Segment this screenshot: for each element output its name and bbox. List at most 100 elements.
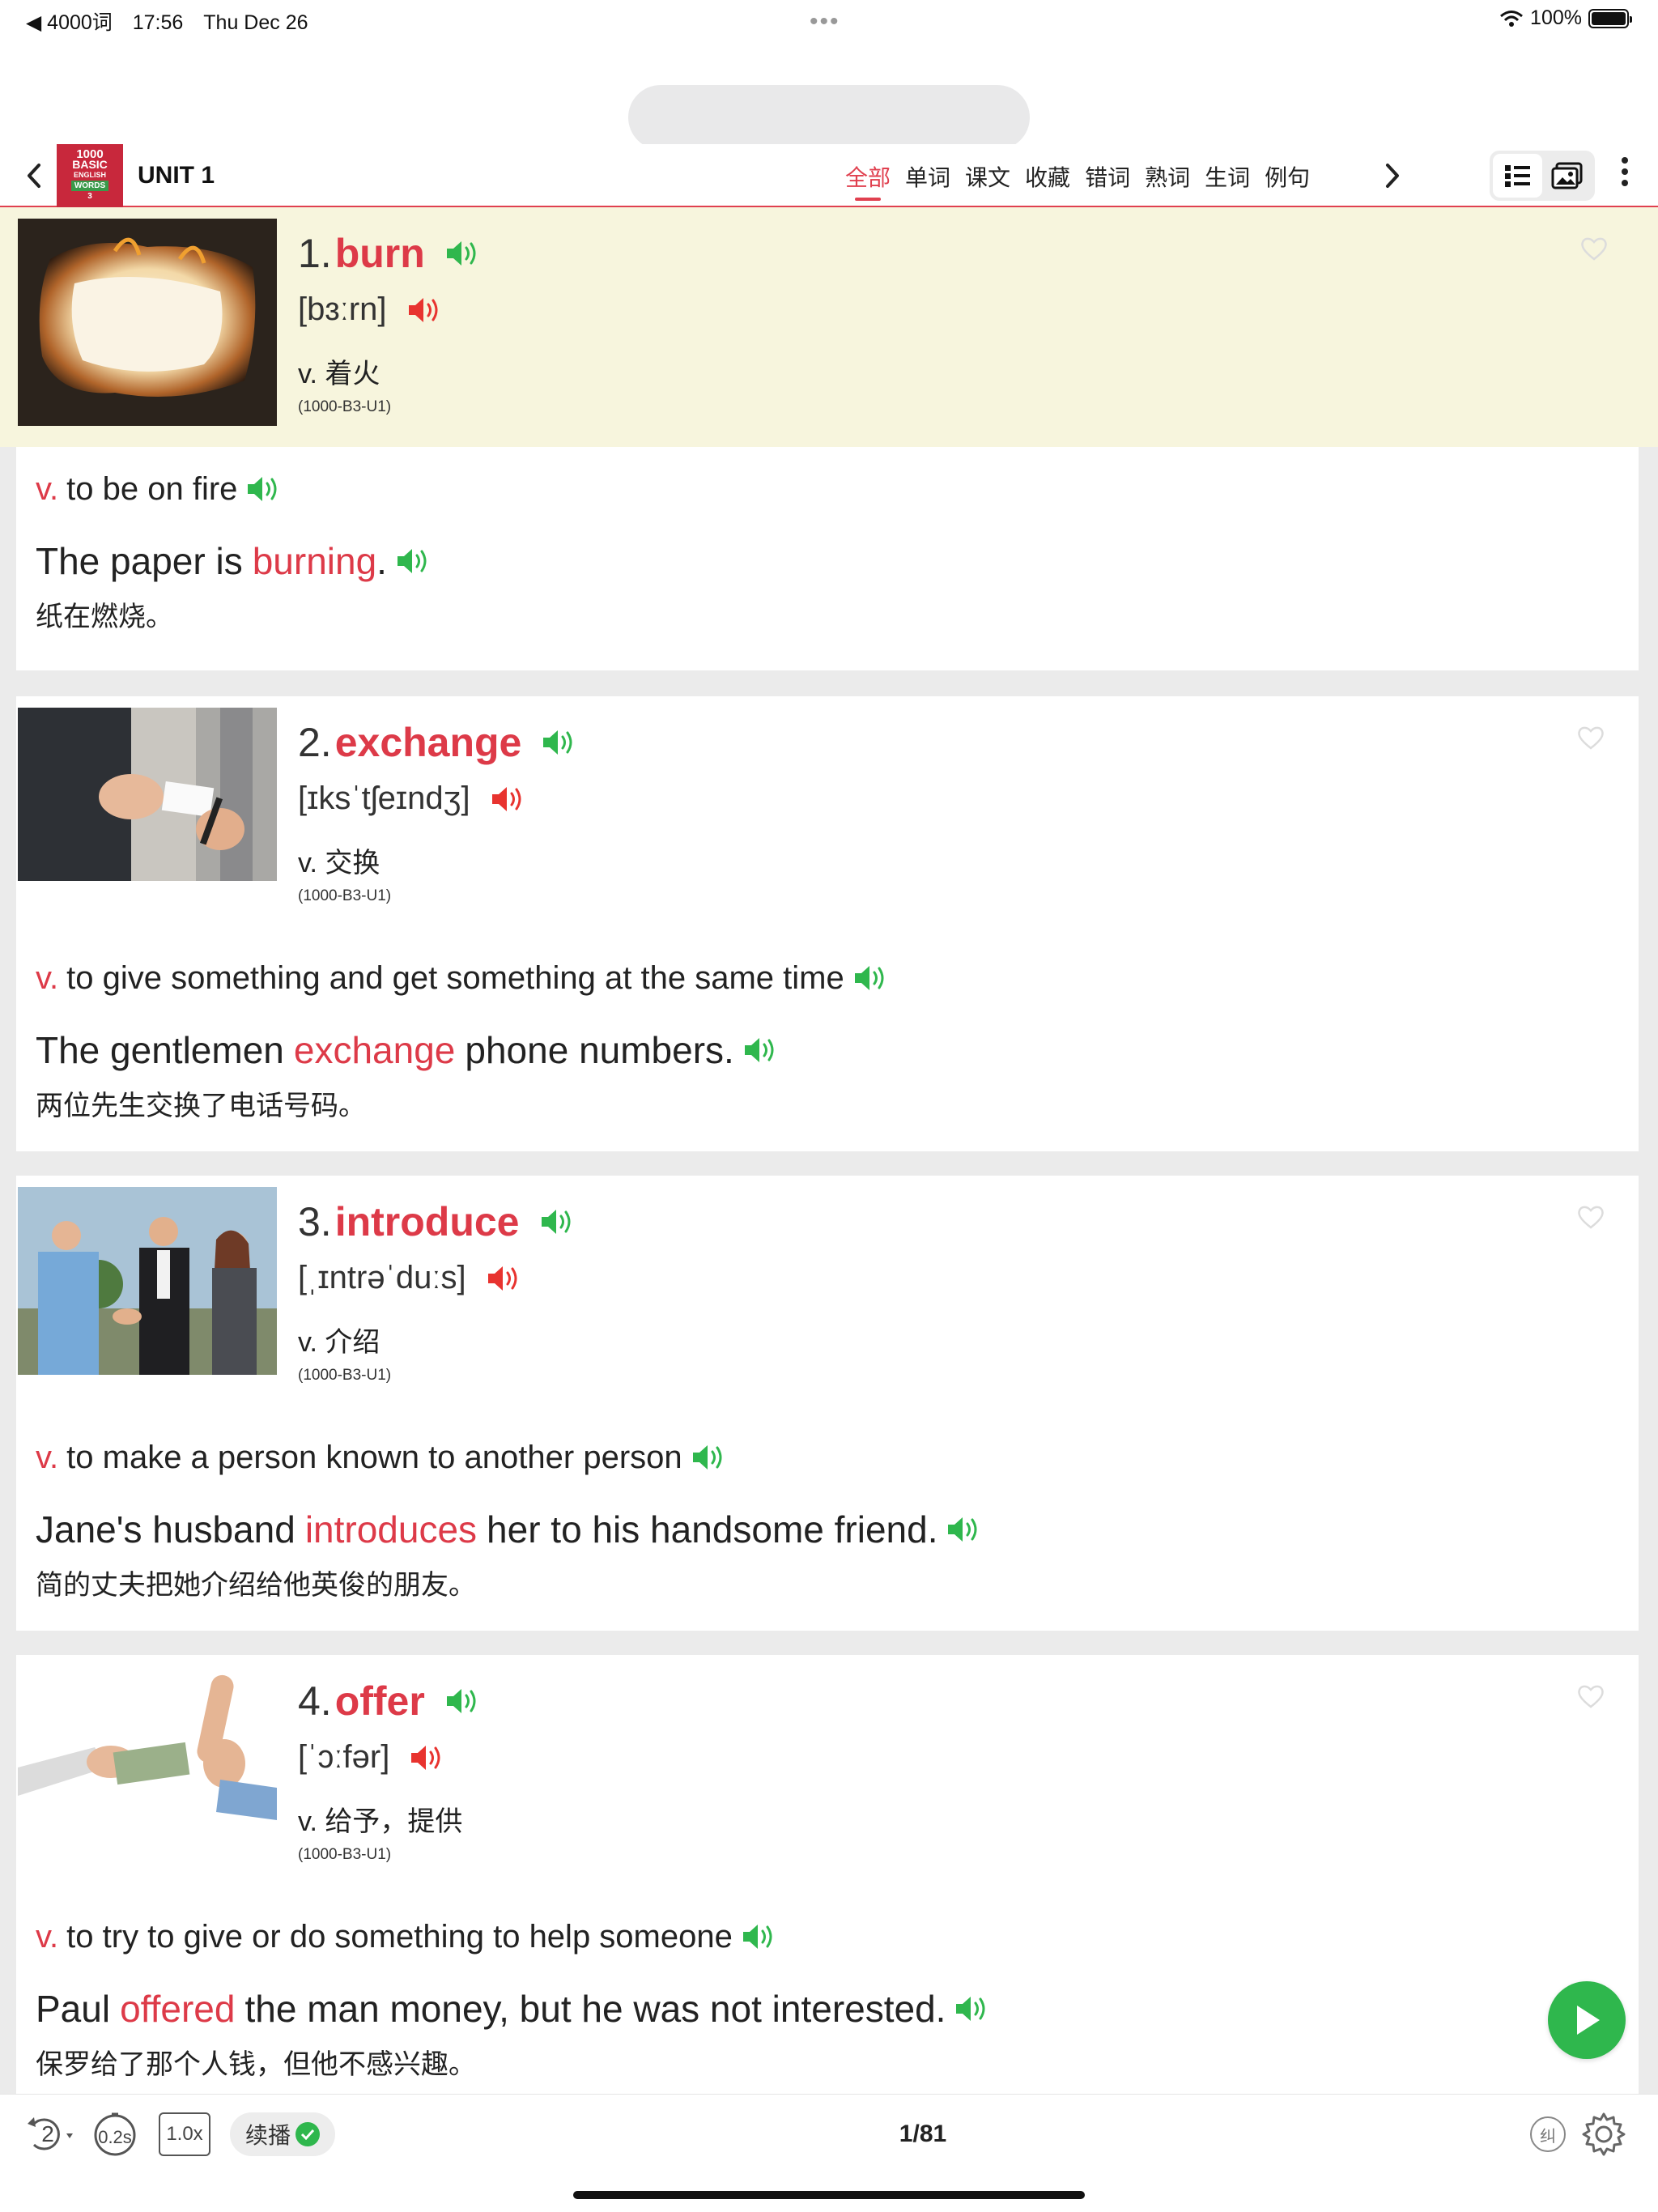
- word-code: (1000-B3-U1): [298, 398, 392, 415]
- word-text[interactable]: offer: [335, 1678, 425, 1725]
- example-line: The gentlemen exchange phone numbers.: [36, 1020, 1619, 1080]
- tab-bar: 全部 单词 课文 收藏 错词 熟词 生词 例句: [845, 160, 1310, 201]
- word-header: 3. introduce [ˌɪntrəˈduːs] v. 介绍 (1000-B…: [16, 1176, 1639, 1415]
- example-before: Paul: [36, 1988, 111, 2030]
- phonetic-line: [bɜːrn]: [298, 291, 444, 328]
- tab-new-words[interactable]: 生词: [1205, 160, 1250, 201]
- word-code: (1000-B3-U1): [298, 887, 392, 904]
- word-header: 1. burn [bɜːrn] v. 着火 (1000-B3-U1): [0, 207, 1658, 447]
- repeat-count-button[interactable]: 2: [23, 2112, 79, 2156]
- definition-line: v. to make a person known to another per…: [36, 1415, 1619, 1499]
- vertical-ellipsis-icon: [1622, 157, 1628, 186]
- example-after: the man money, but he was not interested…: [244, 1988, 946, 2030]
- list-view-button[interactable]: [1493, 154, 1542, 198]
- word-image-offer[interactable]: [18, 1666, 277, 1874]
- more-options-button[interactable]: [1613, 155, 1637, 194]
- example-translation: 简的丈夫把她介绍给他英俊的朋友。: [36, 1569, 476, 1601]
- speaker-icon[interactable]: [490, 785, 527, 814]
- chevron-right-icon: [1386, 164, 1399, 188]
- check-icon: [295, 2122, 320, 2146]
- battery-icon: [1588, 8, 1632, 28]
- tab-words[interactable]: 单词: [905, 160, 950, 201]
- speaker-icon[interactable]: [691, 1443, 728, 1472]
- speaker-icon[interactable]: [486, 1264, 523, 1293]
- definition-pos: v.: [36, 1918, 59, 1955]
- heart-icon[interactable]: [1580, 236, 1608, 261]
- address-pill[interactable]: [628, 85, 1030, 150]
- interval-button[interactable]: 0.2s: [91, 2112, 139, 2156]
- cover-text: 3: [87, 192, 92, 201]
- word-text[interactable]: introduce: [335, 1198, 520, 1245]
- gear-icon: [1582, 2112, 1626, 2156]
- interval-value: 0.2s: [98, 2127, 132, 2147]
- continue-play-toggle[interactable]: 续播: [230, 2112, 335, 2156]
- heart-icon[interactable]: [1577, 725, 1605, 750]
- word-image-burn[interactable]: [18, 219, 277, 426]
- top-area: [0, 39, 1658, 150]
- image-gallery-icon: [1551, 162, 1582, 189]
- speaker-icon[interactable]: [245, 474, 283, 504]
- word-body: v. to give something and get something a…: [16, 936, 1639, 1125]
- speaker-icon[interactable]: [539, 1207, 576, 1236]
- speaker-icon[interactable]: [742, 1036, 780, 1065]
- page-indicator: 1/81: [899, 2121, 947, 2147]
- example-before: The paper is: [36, 540, 243, 582]
- definition-text: to make a person known to another person: [66, 1439, 682, 1475]
- example-keyword: exchange: [293, 1029, 456, 1071]
- home-indicator[interactable]: [573, 2191, 1085, 2199]
- play-icon: [1577, 2006, 1600, 2035]
- speaker-icon[interactable]: [541, 728, 578, 757]
- back-button[interactable]: [21, 157, 53, 194]
- speaker-icon[interactable]: [741, 1922, 778, 1951]
- phonetic: [ɪksˈtʃeɪndʒ]: [298, 781, 470, 816]
- word-image-introduce[interactable]: [18, 1187, 277, 1394]
- settings-button[interactable]: [1580, 2111, 1627, 2158]
- speed-button[interactable]: 1.0x: [159, 2112, 210, 2156]
- continue-label: 续播: [244, 2123, 291, 2148]
- tab-examples[interactable]: 例句: [1265, 160, 1310, 201]
- speaker-icon[interactable]: [444, 239, 482, 268]
- definition-pos: v.: [36, 959, 59, 996]
- multitask-dots-icon[interactable]: •••: [810, 8, 840, 36]
- phonetic: [ˌɪntrəˈduːs]: [298, 1260, 466, 1295]
- book-cover: 1000 BASIC ENGLISH WORDS 3: [57, 144, 123, 207]
- example-line: Jane's husband introduces her to his han…: [36, 1499, 1619, 1559]
- speaker-icon[interactable]: [954, 1994, 991, 2023]
- status-date: Thu Dec 26: [203, 11, 308, 34]
- back-to-app-link[interactable]: ◀ 4000词: [26, 11, 113, 34]
- word-card: 3. introduce [ˌɪntrəˈduːs] v. 介绍 (1000-B…: [16, 1176, 1639, 1631]
- speaker-icon[interactable]: [406, 296, 444, 325]
- phonetic: [bɜːrn]: [298, 291, 387, 327]
- tab-all[interactable]: 全部: [845, 160, 891, 201]
- speaker-icon[interactable]: [852, 963, 890, 993]
- speaker-icon[interactable]: [946, 1515, 983, 1544]
- unit-title: UNIT 1: [138, 162, 215, 189]
- status-bar: ◀ 4000词 17:56 Thu Dec 26 ••• 100%: [0, 0, 1658, 39]
- tab-favorites[interactable]: 收藏: [1025, 160, 1070, 201]
- cover-text: BASIC: [72, 158, 108, 171]
- tab-familiar-words[interactable]: 熟词: [1145, 160, 1190, 201]
- example-keyword: introduces: [304, 1508, 478, 1551]
- speaker-icon[interactable]: [395, 547, 432, 576]
- word-text[interactable]: burn: [335, 230, 425, 277]
- word-image-exchange[interactable]: [18, 708, 277, 915]
- cover-text: ENGLISH: [73, 171, 106, 179]
- word-card: 4. offer [ˈɔːfər] v. 给予，提供 (1000-B3-U1) …: [16, 1655, 1639, 2094]
- word-header: 2. exchange [ɪksˈtʃeɪndʒ] v. 交换 (1000-B3…: [16, 696, 1639, 936]
- heart-icon[interactable]: [1577, 1684, 1605, 1708]
- definition-pos: v.: [36, 1439, 59, 1475]
- image-view-button[interactable]: [1542, 154, 1592, 198]
- speaker-icon[interactable]: [444, 1687, 482, 1716]
- play-button[interactable]: [1548, 1981, 1626, 2059]
- example-before: The gentlemen: [36, 1029, 284, 1071]
- word-text[interactable]: exchange: [335, 719, 522, 766]
- phonetic-line: [ɪksˈtʃeɪndʒ]: [298, 781, 527, 817]
- next-unit-button[interactable]: [1381, 157, 1405, 202]
- tab-text[interactable]: 课文: [965, 160, 1010, 201]
- heart-icon[interactable]: [1577, 1205, 1605, 1229]
- speaker-icon[interactable]: [409, 1743, 446, 1772]
- tab-wrong-words[interactable]: 错词: [1085, 160, 1130, 201]
- correction-button[interactable]: 纠: [1530, 2116, 1566, 2152]
- repeat-count: 2: [41, 2121, 54, 2146]
- word-number: 2.: [298, 720, 332, 765]
